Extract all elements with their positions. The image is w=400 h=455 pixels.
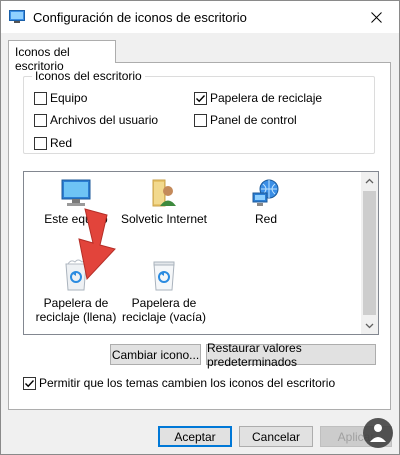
checkbox-archivos-usuario[interactable]: Archivos del usuario [34, 113, 158, 127]
icon-label: Papelera de reciclaje (vacía) [121, 296, 207, 324]
checkbox-allow-themes[interactable]: Permitir que los temas cambien los icono… [23, 376, 335, 390]
checkbox-label: Equipo [50, 91, 88, 105]
checkmark-icon [25, 379, 35, 387]
cancel-button[interactable]: Cancelar [239, 426, 313, 447]
dialog-window: Configuración de iconos de escritorio Ic… [0, 0, 400, 455]
desktop-icons-group: Iconos del escritorio Equipo Papelera de… [23, 69, 375, 154]
checkbox-label: Permitir que los temas cambien los icono… [39, 376, 336, 390]
checkbox-box[interactable] [194, 113, 207, 127]
icon-label: Papelera de reciclaje (llena) [35, 296, 117, 324]
checkbox-label: Papelera de reciclaje [210, 91, 323, 105]
icon-label: Solvetic Internet [120, 212, 208, 226]
tab-label: Iconos del escritorio [15, 45, 70, 73]
checkbox-box[interactable] [34, 136, 47, 150]
vertical-scrollbar[interactable] [361, 172, 378, 334]
window-title: Configuración de iconos de escritorio [33, 10, 247, 25]
button-label: Aceptar [174, 429, 216, 444]
watermark-logo [363, 418, 393, 448]
title-bar[interactable]: Configuración de iconos de escritorio [1, 1, 399, 33]
checkbox-panel-control[interactable]: Panel de control [194, 113, 297, 127]
window-app-icon [9, 10, 25, 24]
scroll-down-button[interactable] [361, 317, 378, 334]
scroll-up-button[interactable] [361, 172, 378, 189]
checkbox-papelera[interactable]: Papelera de reciclaje [194, 91, 322, 105]
scroll-thumb[interactable] [363, 191, 376, 315]
button-label: Restaurar valores predeterminados [207, 340, 302, 369]
checkbox-box[interactable] [34, 91, 47, 105]
red-arrow-annotation [78, 208, 116, 281]
tab-iconos-escritorio[interactable]: Iconos del escritorio [8, 40, 116, 73]
chevron-down-icon [365, 323, 374, 328]
checkbox-label: Archivos del usuario [50, 113, 159, 127]
network-icon [252, 179, 279, 206]
recycle-bin-empty-icon [153, 261, 175, 291]
checkbox-label: Panel de control [210, 113, 297, 127]
close-button[interactable] [353, 1, 399, 33]
checkbox-box[interactable] [23, 376, 36, 390]
icon-label: Red [254, 212, 277, 226]
accept-button[interactable]: Aceptar [158, 426, 232, 447]
user-folder-icon [152, 179, 176, 207]
checkbox-equipo[interactable]: Equipo [34, 91, 87, 105]
chevron-up-icon [365, 178, 374, 183]
change-icon-button[interactable]: Cambiar icono... [110, 344, 201, 365]
button-label: Cambiar icono... [111, 347, 200, 362]
computer-icon [61, 179, 91, 206]
icon-item-red[interactable]: Red [218, 178, 314, 226]
checkbox-box[interactable] [194, 91, 207, 105]
close-icon [370, 11, 382, 23]
checkmark-icon [196, 94, 206, 102]
checkbox-label: Red [50, 136, 73, 150]
checkbox-box[interactable] [34, 113, 47, 127]
tab-panel: Iconos del escritorio Equipo Papelera de… [8, 62, 391, 410]
checkbox-red[interactable]: Red [34, 136, 72, 150]
restore-defaults-button[interactable]: Restaurar valores predeterminados [206, 341, 376, 369]
button-label: Cancelar [251, 429, 301, 444]
